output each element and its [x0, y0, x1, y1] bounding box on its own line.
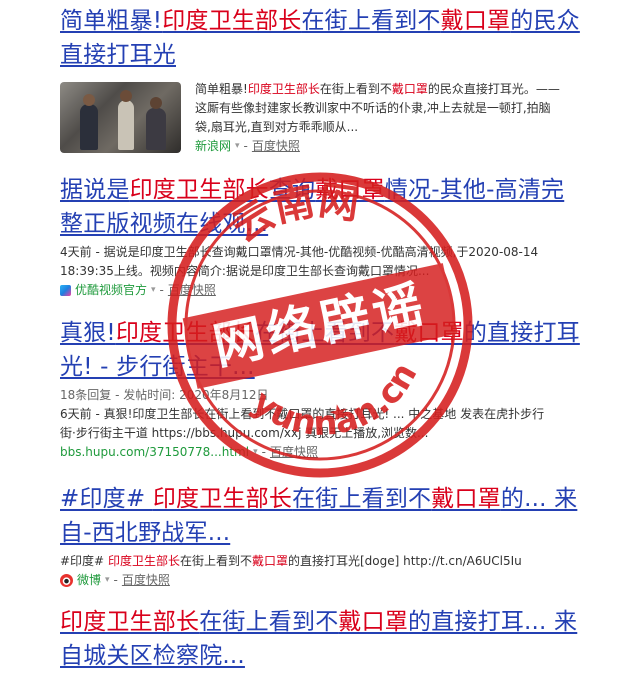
result-source: bbs.hupu.com/37150778...html ▾ - 百度快照: [60, 443, 620, 462]
cache-link[interactable]: 百度快照: [252, 137, 300, 156]
search-results-page: 简单粗暴!印度卫生部长在街上看到不戴口罩的民众 直接打耳光 简单粗暴!印度卫生部…: [0, 0, 641, 672]
result-url-link[interactable]: bbs.hupu.com/37150778...html: [60, 443, 249, 462]
result-snippet: 6天前 - 真狠!印度卫生部长在街上看到不戴口罩的直接打耳光! ... 中之基地…: [60, 407, 545, 440]
result-meta: 18条回复 - 发帖时间: 2020年8月12日: [60, 388, 269, 402]
result-source: 微博 ▾ - 百度快照: [60, 571, 620, 590]
result-body: 简单粗暴!印度卫生部长在街上看到不戴口罩的民众直接打耳光。—— 这厮有些像封建家…: [60, 72, 620, 170]
result-title-link[interactable]: 据说是印度卫生部长查询戴口罩情况-其他-高清完 整正版视频在线观...: [60, 173, 620, 241]
result-source: 新浪网 ▾ - 百度快照: [195, 137, 615, 156]
result-title-link[interactable]: 印度卫生部长在街上看到不戴口罩的直接打耳... 来 自城关区检察院...: [60, 605, 620, 673]
search-result: 印度卫生部长在街上看到不戴口罩的直接打耳... 来 自城关区检察院...: [60, 605, 620, 673]
source-site-link[interactable]: 微博: [77, 571, 101, 590]
chevron-down-icon[interactable]: ▾: [235, 137, 240, 156]
result-snippet: 4天前 - 据说是印度卫生部长查询戴口罩情况-其他-优酷视频-优酷高清视频,于2…: [60, 245, 539, 278]
result-title-link[interactable]: 简单粗暴!印度卫生部长在街上看到不戴口罩的民众 直接打耳光: [60, 4, 620, 72]
result-snippet: 简单粗暴!印度卫生部长在街上看到不戴口罩的民众直接打耳光。—— 这厮有些像封建家…: [195, 82, 560, 134]
source-site-link[interactable]: 新浪网: [195, 137, 231, 156]
chevron-down-icon[interactable]: ▾: [105, 571, 110, 590]
cache-link[interactable]: 百度快照: [122, 571, 170, 590]
source-site-link[interactable]: 优酷视频官方: [75, 281, 147, 300]
chevron-down-icon[interactable]: ▾: [253, 443, 258, 462]
result-thumbnail[interactable]: [60, 82, 181, 153]
result-title-link[interactable]: #印度# 印度卫生部长在街上看到不戴口罩的... 来 自-西北野战军...: [60, 482, 620, 550]
result-snippet: #印度# 印度卫生部长在街上看到不戴口罩的直接打耳光[doge] http://…: [60, 554, 522, 568]
search-result: #印度# 印度卫生部长在街上看到不戴口罩的... 来 自-西北野战军... #印…: [60, 482, 620, 590]
cache-link[interactable]: 百度快照: [168, 281, 216, 300]
search-result: 据说是印度卫生部长查询戴口罩情况-其他-高清完 整正版视频在线观... 4天前 …: [60, 173, 620, 300]
cache-link[interactable]: 百度快照: [270, 443, 318, 462]
chevron-down-icon[interactable]: ▾: [151, 281, 156, 300]
search-result: 简单粗暴!印度卫生部长在街上看到不戴口罩的民众 直接打耳光 简单粗暴!印度卫生部…: [60, 4, 620, 170]
search-result: 真狠!印度卫生部长在街上看到不戴口罩的直接打耳 光! - 步行街主干... 18…: [60, 316, 620, 462]
weibo-logo-icon: [60, 574, 73, 587]
result-source: 优酷视频官方 ▾ - 百度快照: [60, 281, 620, 300]
result-title-link[interactable]: 真狠!印度卫生部长在街上看到不戴口罩的直接打耳 光! - 步行街主干...: [60, 316, 620, 384]
youku-logo-icon: [60, 285, 71, 296]
